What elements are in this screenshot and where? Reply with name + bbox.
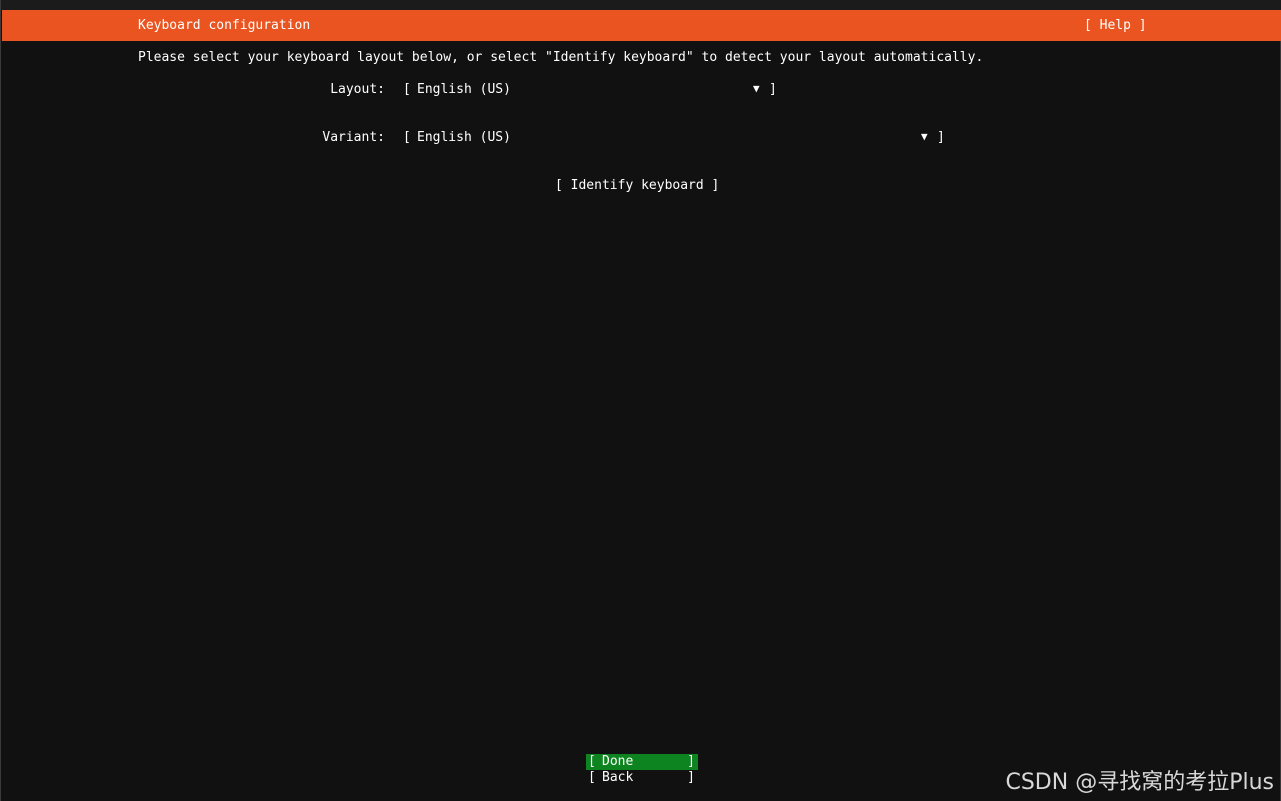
- installer-screen: Keyboard configuration [ Help ] Please s…: [0, 0, 1281, 801]
- variant-value: English (US): [417, 130, 511, 145]
- window-top-strip: [1, 0, 1281, 10]
- variant-close-bracket: ]: [937, 130, 945, 145]
- layout-value: English (US): [417, 82, 511, 97]
- header-bar: Keyboard configuration [ Help ]: [2, 10, 1281, 41]
- back-open-bracket: [: [588, 770, 596, 785]
- back-close-bracket: ]: [687, 770, 695, 785]
- done-open-bracket: [: [588, 754, 596, 769]
- chevron-down-icon: ▼: [921, 130, 928, 143]
- chevron-down-icon: ▼: [753, 82, 760, 95]
- layout-select[interactable]: [ English (US) ▼ ]: [403, 82, 783, 98]
- help-button[interactable]: [ Help ]: [1084, 18, 1147, 33]
- watermark: CSDN @寻找窝的考拉Plus: [1005, 770, 1274, 795]
- variant-select[interactable]: [ English (US) ▼ ]: [403, 130, 951, 146]
- variant-label: Variant:: [322, 130, 385, 145]
- instructions-text: Please select your keyboard layout below…: [138, 50, 984, 65]
- back-label: Back: [602, 770, 634, 785]
- layout-close-bracket: ]: [769, 82, 777, 97]
- done-close-bracket: ]: [687, 754, 695, 769]
- done-label: Done: [602, 754, 634, 769]
- layout-label: Layout:: [330, 82, 385, 97]
- layout-open-bracket: [: [403, 82, 411, 97]
- back-button[interactable]: [ Back ]: [586, 770, 698, 786]
- done-button[interactable]: [ Done ]: [586, 754, 698, 770]
- variant-open-bracket: [: [403, 130, 411, 145]
- identify-keyboard-button[interactable]: [ Identify keyboard ]: [555, 178, 719, 193]
- page-title: Keyboard configuration: [138, 18, 311, 33]
